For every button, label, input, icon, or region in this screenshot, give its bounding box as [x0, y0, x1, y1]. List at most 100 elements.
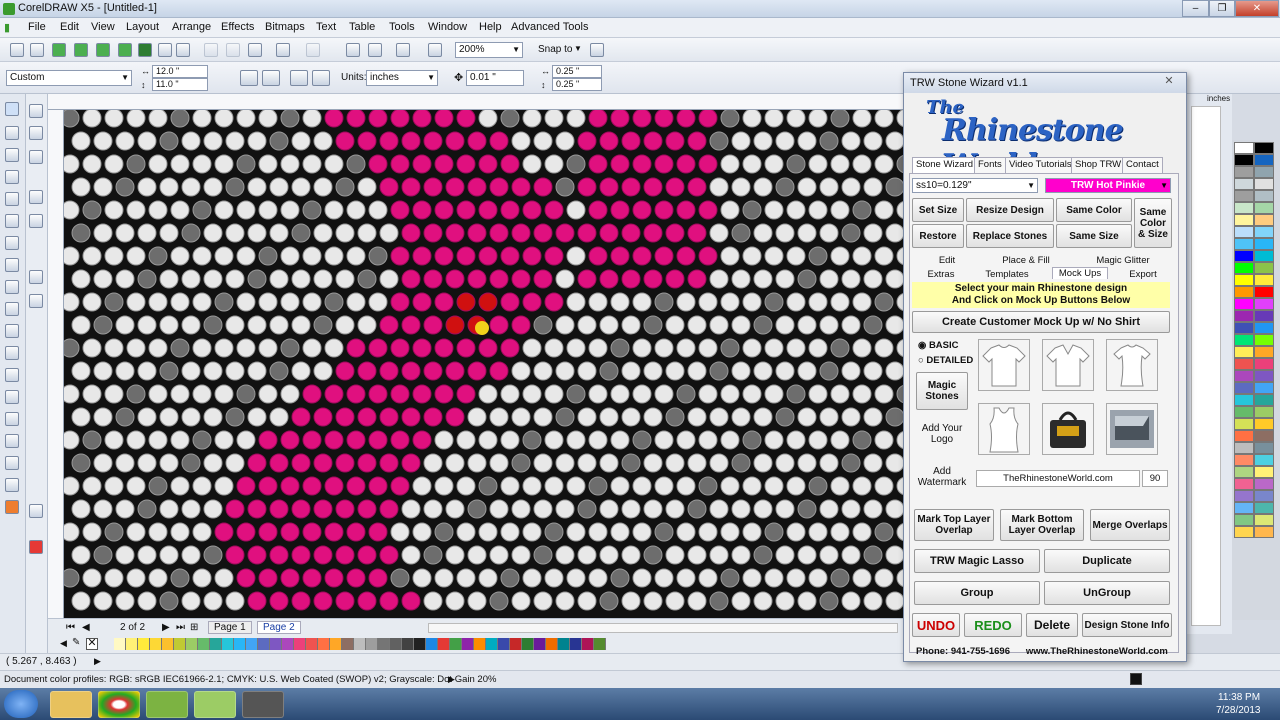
stone-size-select[interactable]: ss10=0.129" ▼: [912, 178, 1038, 193]
pick-tool-icon[interactable]: [5, 102, 19, 116]
rhinestone[interactable]: [159, 453, 179, 473]
start-button[interactable]: [4, 690, 38, 718]
zoom-tool-icon[interactable]: [5, 170, 19, 184]
eyedropper-icon[interactable]: ✎: [72, 637, 80, 648]
rhinestone[interactable]: [588, 246, 608, 266]
rhinestone[interactable]: [566, 246, 586, 266]
rhinestone[interactable]: [115, 269, 135, 289]
tool-option-icon[interactable]: [29, 270, 43, 284]
rhinestone[interactable]: [610, 568, 630, 588]
rhinestone[interactable]: [401, 131, 421, 151]
rhinestone[interactable]: [885, 131, 905, 151]
rhinestone[interactable]: [533, 591, 553, 611]
menu-window[interactable]: Window: [428, 21, 467, 33]
rhinestone[interactable]: [819, 131, 839, 151]
rhinestone[interactable]: [555, 453, 575, 473]
rhinestone[interactable]: [522, 200, 542, 220]
rhinestone[interactable]: [610, 292, 630, 312]
rhinestone[interactable]: [412, 430, 432, 450]
rhinestone[interactable]: [544, 292, 564, 312]
rhinestone[interactable]: [588, 476, 608, 496]
rhinestone[interactable]: [313, 545, 333, 565]
rhinestone[interactable]: [280, 292, 300, 312]
rhinestone[interactable]: [687, 545, 707, 565]
rhinestone[interactable]: [863, 545, 883, 565]
rhinestone[interactable]: [170, 384, 190, 404]
color-swatch[interactable]: [1234, 430, 1254, 442]
rhinestone[interactable]: [64, 154, 80, 174]
rhinestone[interactable]: [137, 407, 157, 427]
rhinestone[interactable]: [423, 499, 443, 519]
rhinestone[interactable]: [654, 338, 674, 358]
connector-tool-icon[interactable]: [5, 390, 19, 404]
rhinestone[interactable]: [82, 338, 102, 358]
rhinestone[interactable]: [214, 246, 234, 266]
rhinestone[interactable]: [280, 338, 300, 358]
rhinestone[interactable]: [742, 338, 762, 358]
rhinestone[interactable]: [544, 522, 564, 542]
rhinestone[interactable]: [401, 591, 421, 611]
menu-text[interactable]: Text: [316, 21, 336, 33]
rhinestone[interactable]: [302, 200, 322, 220]
rhinestone[interactable]: [192, 200, 212, 220]
rhinestone[interactable]: [346, 154, 366, 174]
rhinestone[interactable]: [830, 154, 850, 174]
rhinestone[interactable]: [533, 315, 553, 335]
rhinestone[interactable]: [588, 338, 608, 358]
shape-tool-icon[interactable]: [5, 126, 19, 140]
rhinestone[interactable]: [720, 200, 740, 220]
rhinestone[interactable]: [346, 522, 366, 542]
menu-effects[interactable]: Effects: [221, 21, 254, 33]
rhinestone[interactable]: [632, 246, 652, 266]
color-swatch[interactable]: [270, 638, 282, 650]
color-swatch[interactable]: [1254, 334, 1274, 346]
rhinestone[interactable]: [720, 292, 740, 312]
rhinestone[interactable]: [500, 568, 520, 588]
rhinestone[interactable]: [533, 177, 553, 197]
merge-overlaps-button[interactable]: Merge Overlaps: [1090, 509, 1170, 541]
rhinestone[interactable]: [368, 476, 388, 496]
color-swatch[interactable]: [306, 638, 318, 650]
rhinestone[interactable]: [291, 499, 311, 519]
rhinestone[interactable]: [181, 131, 201, 151]
rhinestone[interactable]: [885, 591, 905, 611]
color-swatch[interactable]: [174, 638, 186, 650]
rhinestone[interactable]: [445, 269, 465, 289]
rhinestone[interactable]: [159, 545, 179, 565]
rhinestone[interactable]: [500, 476, 520, 496]
nudge-input[interactable]: 0.01 ": [466, 70, 524, 86]
color-swatch[interactable]: [510, 638, 522, 650]
rhinestone[interactable]: [390, 154, 410, 174]
color-swatch[interactable]: [126, 638, 138, 650]
smart-fill-icon[interactable]: [5, 214, 19, 228]
rhinestone[interactable]: [324, 154, 344, 174]
save-icon[interactable]: [138, 43, 152, 57]
rhinestone[interactable]: [93, 131, 113, 151]
rhinestone[interactable]: [632, 522, 652, 542]
rhinestone[interactable]: [291, 177, 311, 197]
drawing-canvas[interactable]: [64, 110, 908, 618]
rhinestone[interactable]: [302, 522, 322, 542]
rhinestone[interactable]: [588, 430, 608, 450]
rhinestone[interactable]: [214, 110, 234, 128]
interactive-fill-icon[interactable]: [5, 500, 19, 514]
rhinestone[interactable]: [225, 177, 245, 197]
clock-time[interactable]: 11:38 PM: [1218, 692, 1260, 703]
color-swatch[interactable]: [138, 638, 150, 650]
rhinestone[interactable]: [434, 200, 454, 220]
color-swatch[interactable]: [1254, 370, 1274, 382]
rhinestone[interactable]: [236, 568, 256, 588]
rhinestone[interactable]: [357, 269, 377, 289]
rhinestone[interactable]: [159, 591, 179, 611]
coreldraw-app-icon[interactable]: [3, 3, 15, 15]
rhinestone[interactable]: [764, 246, 784, 266]
rhinestone[interactable]: [874, 522, 894, 542]
rhinestone[interactable]: [170, 110, 190, 128]
rhinestone[interactable]: [533, 499, 553, 519]
color-swatch[interactable]: [1254, 514, 1274, 526]
rhinestone[interactable]: [621, 223, 641, 243]
rhinestone[interactable]: [599, 315, 619, 335]
rhinestone[interactable]: [401, 499, 421, 519]
rhinestone[interactable]: [885, 499, 905, 519]
rhinestone[interactable]: [687, 453, 707, 473]
